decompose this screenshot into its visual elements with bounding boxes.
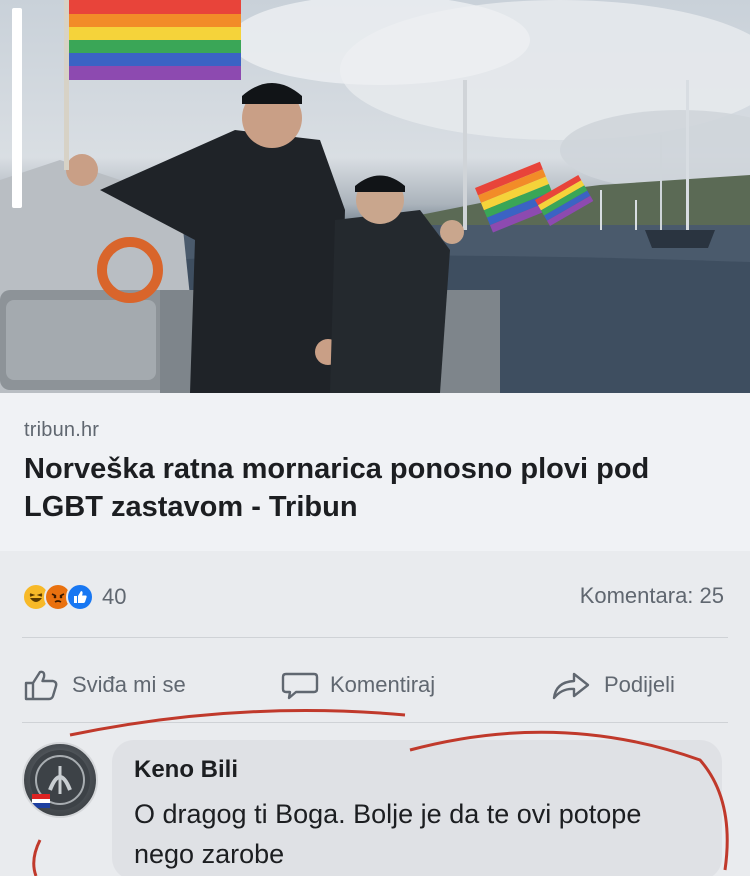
thumbs-up-icon [24, 670, 58, 701]
like-button[interactable]: Sviđa mi se [22, 660, 186, 710]
comment-icon [281, 672, 319, 700]
link-domain: tribun.hr [24, 419, 100, 441]
photo-illustration [0, 0, 750, 393]
divider [22, 722, 728, 723]
comment-text: O dragog ti Boga. Bolje je da te ovi pot… [134, 799, 642, 869]
link-preview[interactable]: tribun.hr Norveška ratna mornarica ponos… [0, 393, 750, 551]
comment-bubble[interactable]: Keno Bili O dragog ti Boga. Bolje je da … [112, 740, 722, 876]
like-reaction-icon [66, 583, 94, 611]
reaction-summary[interactable]: 40 [22, 580, 126, 614]
share-button-label: Podijeli [604, 672, 675, 697]
comments-count[interactable]: Komentara: 25 [580, 583, 724, 609]
divider [22, 637, 728, 638]
comment-author[interactable]: Keno Bili [134, 756, 700, 784]
avatar-emblem-icon [30, 750, 90, 810]
avatar[interactable] [22, 742, 98, 818]
action-bar: Sviđa mi se Komentiraj Podijeli [0, 660, 750, 710]
link-title[interactable]: Norveška ratna mornarica ponosno plovi p… [24, 450, 704, 526]
like-button-label: Sviđa mi se [72, 672, 186, 697]
share-button[interactable]: Podijeli [550, 660, 675, 710]
story-progress-bar [12, 8, 22, 208]
post-photo[interactable] [0, 0, 750, 393]
comment-button[interactable]: Komentiraj [280, 660, 435, 710]
reaction-count: 40 [102, 584, 127, 609]
share-icon [552, 672, 590, 700]
comment-button-label: Komentiraj [330, 672, 436, 697]
